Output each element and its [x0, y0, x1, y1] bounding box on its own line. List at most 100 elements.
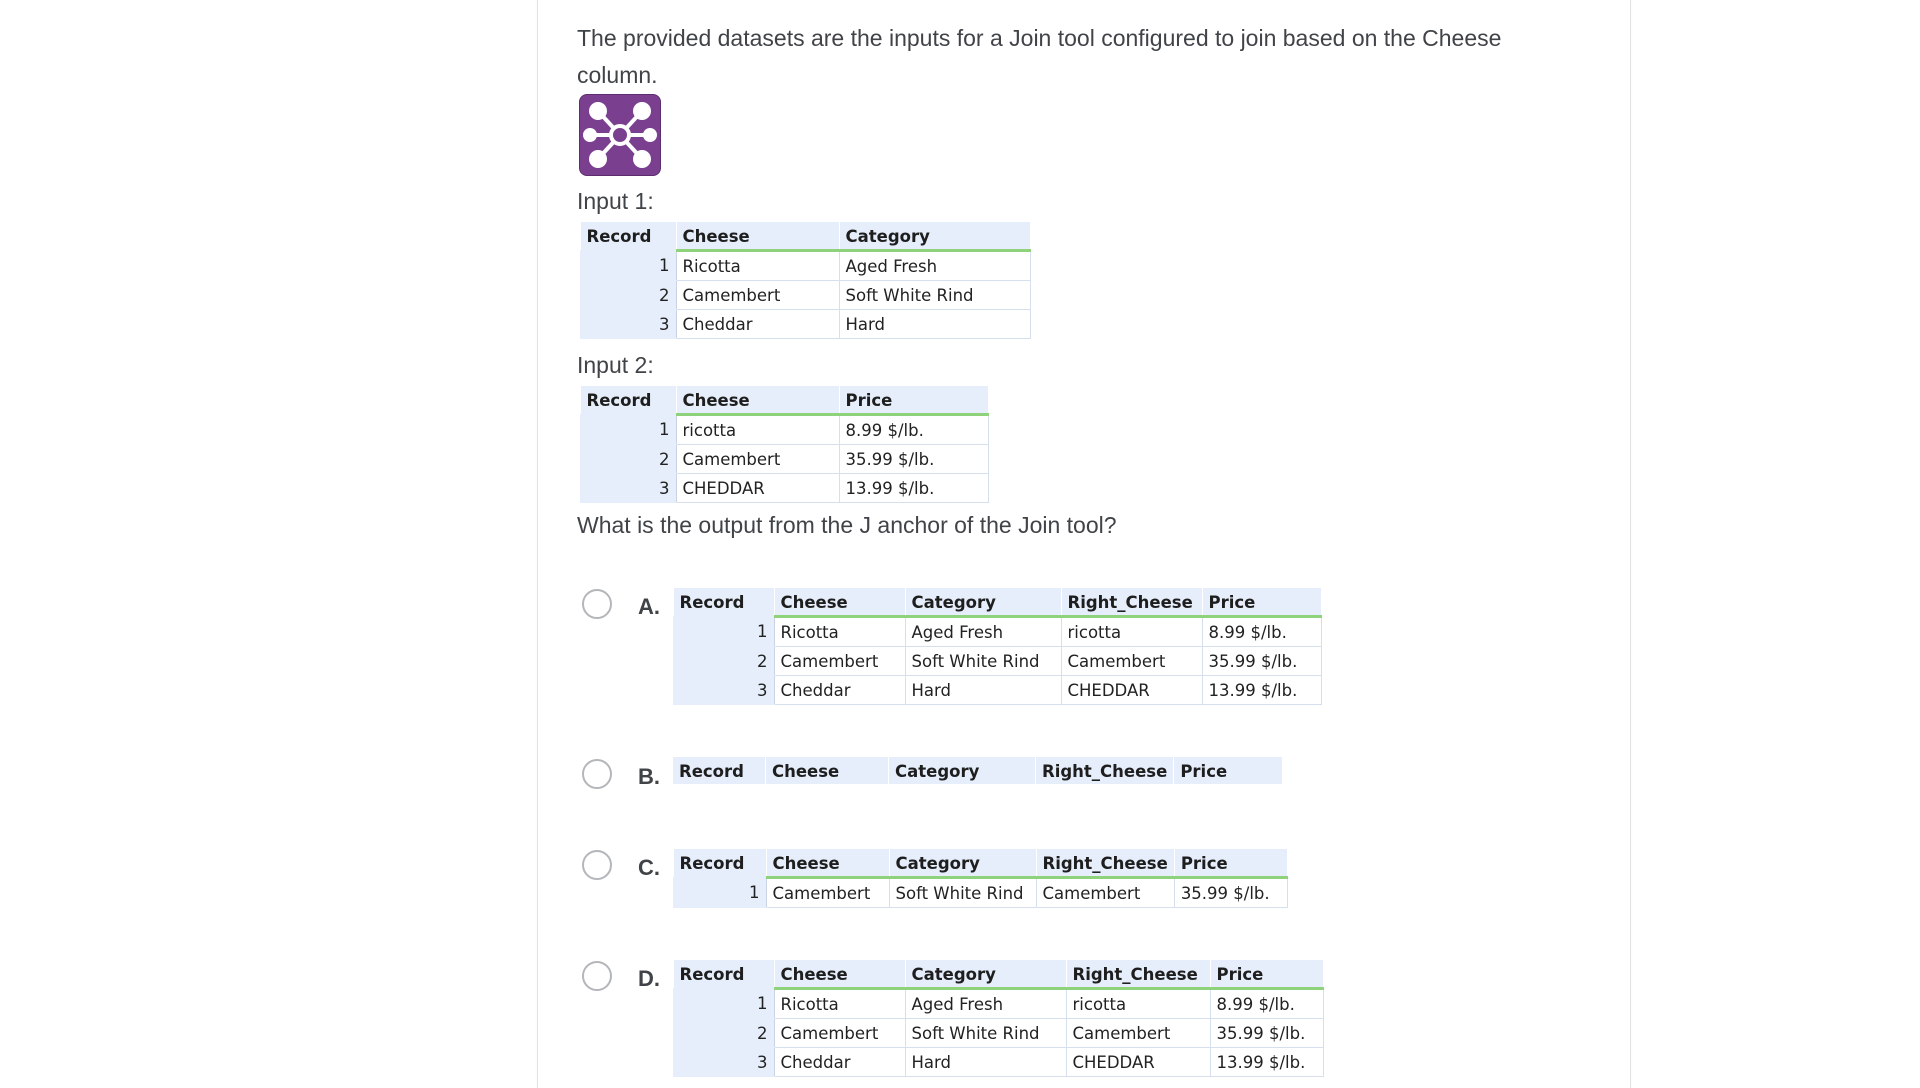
column-header: Price — [1210, 960, 1324, 990]
column-header: Cheese — [676, 222, 840, 252]
table-cell: Cheddar — [773, 675, 906, 705]
table-cell: 13.99 $/lb. — [1201, 675, 1322, 705]
option-a-radio[interactable] — [582, 589, 612, 619]
column-header: Price — [1202, 588, 1322, 618]
column-header: Record — [673, 849, 767, 878]
record-number: 1 — [580, 414, 677, 445]
record-number: 2 — [673, 1018, 775, 1048]
table-header-row: Record Cheese Price — [580, 386, 989, 416]
table-cell: Soft White Rind — [904, 1018, 1067, 1048]
table-cell: 13.99 $/lb. — [1209, 1047, 1324, 1077]
record-number: 2 — [673, 646, 775, 676]
question-prompt: What is the output from the J anchor of … — [577, 512, 1117, 538]
input1-label: Input 1: — [577, 188, 654, 214]
column-header: Right_Cheese — [1036, 849, 1175, 879]
column-header: Record — [673, 960, 775, 989]
table-row: 1 Camembert Soft White Rind Camembert 35.99 … — [673, 877, 1288, 908]
column-header: Record — [580, 222, 677, 251]
table-cell: CHEDDAR — [675, 473, 840, 503]
option-d-radio[interactable] — [582, 961, 612, 991]
table-cell: 8.99 $/lb. — [838, 414, 989, 445]
table-row: 3 Cheddar Hard — [580, 309, 1031, 339]
table-row: 2 Camembert Soft White Rind Camembert 35.99 … — [673, 646, 1322, 676]
table-cell: Ricotta — [773, 988, 906, 1019]
table-cell: ricotta — [1065, 988, 1211, 1019]
table-cell: Hard — [904, 675, 1062, 705]
table-cell: Hard — [904, 1047, 1067, 1077]
record-number: 3 — [673, 675, 775, 705]
column-header: Category — [888, 757, 1036, 784]
table-cell: Ricotta — [675, 250, 840, 281]
table-cell: Aged Fresh — [838, 250, 1031, 281]
option-b-table: Record Cheese Category Right_Cheese Price — [673, 757, 1284, 784]
table-cell: Soft White Rind — [904, 646, 1062, 676]
column-header: Cheese — [774, 588, 906, 618]
option-c-letter: C. — [638, 855, 660, 880]
record-number: 2 — [580, 280, 677, 310]
column-header: Cheese — [766, 849, 890, 879]
table-cell: Cheddar — [675, 309, 840, 339]
table-cell: Camembert — [675, 444, 840, 474]
table-row: 2 Camembert Soft White Rind Camembert 35.99 … — [673, 1018, 1324, 1048]
option-b-letter: B. — [638, 764, 660, 789]
input2-table: Record Cheese Price 1 ricotta 8.99 $/lb. 2 Came… — [580, 386, 989, 503]
table-cell: 35.99 $/lb. — [838, 444, 989, 474]
table-row: 2 Camembert Soft White Rind — [580, 280, 1031, 310]
table-cell: 35.99 $/lb. — [1201, 646, 1322, 676]
column-header: Record — [673, 757, 766, 784]
table-header-row: Record Cheese Category Right_Cheese Price — [673, 757, 1284, 784]
table-header-row: Record Cheese Category — [580, 222, 1031, 252]
column-header: Category — [905, 588, 1062, 618]
record-number: 3 — [673, 1047, 775, 1077]
option-c-radio[interactable] — [582, 850, 612, 880]
column-header: Cheese — [765, 757, 889, 784]
record-number: 1 — [673, 616, 775, 647]
column-header: Price — [1173, 757, 1284, 784]
option-a-table: Record Cheese Category Right_Cheese Price 1 Ri… — [673, 588, 1322, 705]
option-a-letter: A. — [638, 594, 660, 619]
record-number: 2 — [580, 444, 677, 474]
column-header: Cheese — [676, 386, 840, 416]
table-row: 3 Cheddar Hard CHEDDAR 13.99 $/lb. — [673, 675, 1322, 705]
option-b-radio[interactable] — [582, 759, 612, 789]
column-header: Price — [1174, 849, 1288, 879]
table-row: 1 Ricotta Aged Fresh ricotta 8.99 $/lb. — [673, 988, 1324, 1019]
column-header: Record — [580, 386, 677, 415]
table-header-row: Record Cheese Category Right_Cheese Price — [673, 588, 1322, 618]
table-cell: Camembert — [773, 1018, 906, 1048]
table-cell: Ricotta — [773, 616, 906, 647]
question-card — [537, 0, 1631, 1088]
table-cell: 35.99 $/lb. — [1209, 1018, 1324, 1048]
table-cell: Camembert — [1065, 1018, 1211, 1048]
table-cell: Soft White Rind — [838, 280, 1031, 310]
table-row: 1 ricotta 8.99 $/lb. — [580, 414, 989, 445]
column-header: Cheese — [774, 960, 906, 990]
table-row: 1 Ricotta Aged Fresh — [580, 250, 1031, 281]
table-cell: Camembert — [773, 646, 906, 676]
record-number: 1 — [673, 877, 767, 908]
column-header: Record — [673, 588, 775, 617]
input1-table: Record Cheese Category 1 Ricotta Aged Fresh 2 C… — [580, 222, 1031, 339]
option-d-table: Record Cheese Category Right_Cheese Price 1 Ri… — [673, 960, 1324, 1077]
input2-label: Input 2: — [577, 352, 654, 378]
table-cell: 35.99 $/lb. — [1173, 877, 1288, 908]
column-header: Price — [839, 386, 989, 416]
table-cell: Hard — [838, 309, 1031, 339]
record-number: 3 — [580, 309, 677, 339]
column-header: Right_Cheese — [1035, 757, 1175, 784]
column-header: Right_Cheese — [1066, 960, 1211, 990]
table-cell: Cheddar — [773, 1047, 906, 1077]
table-header-row: Record Cheese Category Right_Cheese Price — [673, 849, 1288, 879]
table-cell: Camembert — [675, 280, 840, 310]
table-cell: Camembert — [1035, 877, 1175, 908]
table-cell: Camembert — [1060, 646, 1203, 676]
table-cell: 8.99 $/lb. — [1201, 616, 1322, 647]
table-cell: CHEDDAR — [1060, 675, 1203, 705]
option-c-table: Record Cheese Category Right_Cheese Price 1 Ca… — [673, 849, 1288, 908]
column-header: Category — [905, 960, 1067, 990]
table-cell: Aged Fresh — [904, 988, 1067, 1019]
table-cell: 8.99 $/lb. — [1209, 988, 1324, 1019]
table-cell: ricotta — [675, 414, 840, 445]
table-cell: Soft White Rind — [888, 877, 1037, 908]
column-header: Category — [889, 849, 1037, 879]
